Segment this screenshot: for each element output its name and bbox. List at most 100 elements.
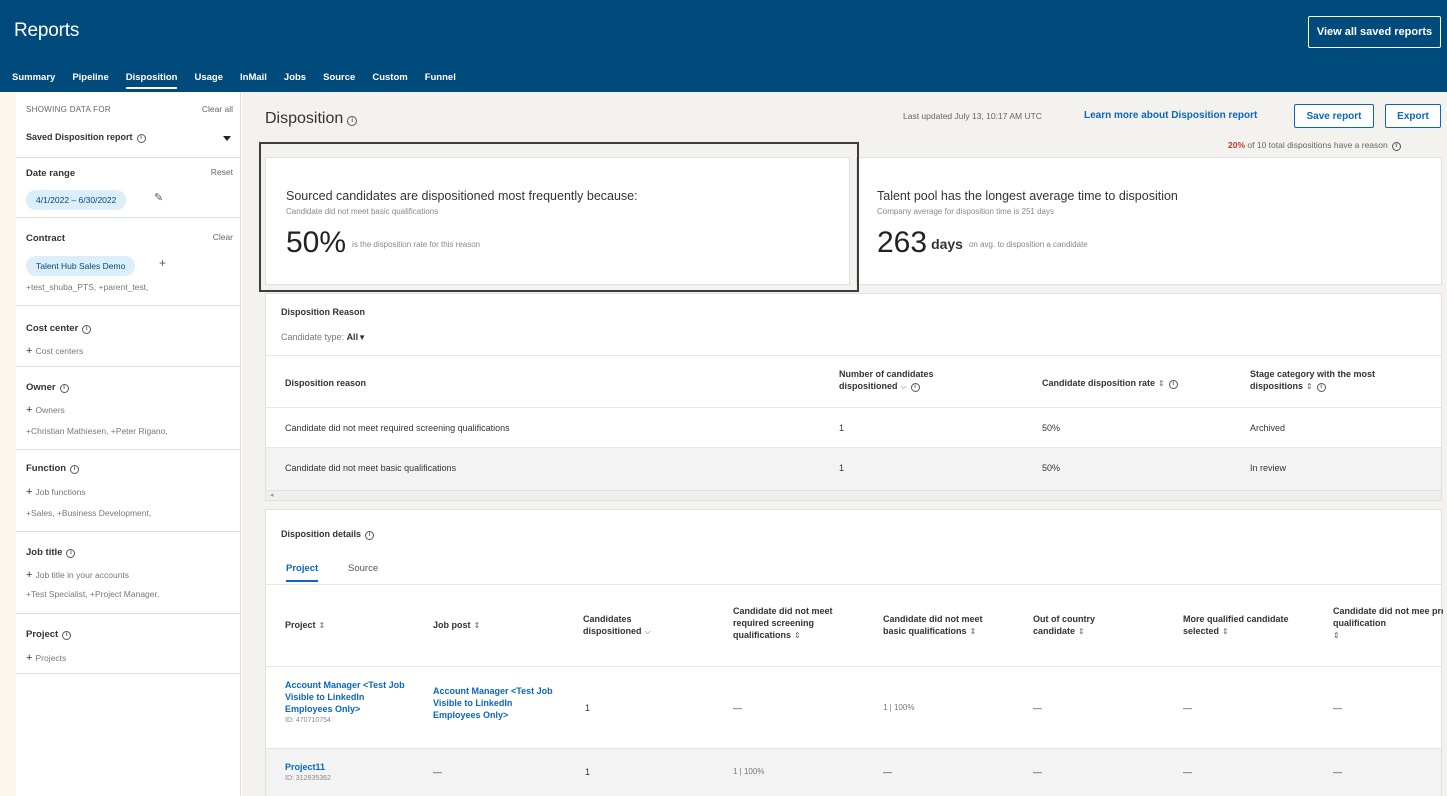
- column-header-sortable[interactable]: Candidate did not mee preferred qualific…: [1333, 605, 1443, 642]
- report-tabs: Summary Pipeline Disposition Usage InMai…: [12, 72, 473, 89]
- date-range-pill[interactable]: 4/1/2022 – 6/30/2022: [26, 190, 127, 210]
- clear-all-button[interactable]: Clear all: [202, 104, 233, 114]
- column-header-sortable[interactable]: Candidates dispositioned ⌵: [583, 613, 673, 638]
- learn-more-link[interactable]: Learn more about Disposition report: [1084, 110, 1257, 121]
- tab-usage[interactable]: Usage: [194, 72, 223, 89]
- add-owner-label: Owners: [35, 405, 65, 415]
- add-function-link[interactable]: + Job functions: [26, 486, 86, 498]
- tab-inmail[interactable]: InMail: [240, 72, 267, 89]
- column-header-label: More qualified candidate selected: [1183, 614, 1289, 636]
- contract-pill[interactable]: Talent Hub Sales Demo: [26, 256, 136, 276]
- owner-selected[interactable]: +Christian Mathiesen, +Peter Rigano,: [26, 426, 168, 436]
- column-header-label: Out of country candidate: [1033, 614, 1095, 636]
- page-header-title: Reports: [14, 20, 80, 41]
- tab-disposition[interactable]: Disposition: [125, 72, 178, 89]
- add-job-title-link[interactable]: + Job title in your accounts: [26, 569, 129, 581]
- sort-icon: ⌵: [644, 627, 651, 636]
- column-header-sortable[interactable]: Stage category with the most disposition…: [1250, 368, 1420, 393]
- tab-jobs[interactable]: Jobs: [284, 72, 306, 89]
- saved-report-select[interactable]: Saved Disposition report i: [26, 132, 146, 143]
- table-row[interactable]: Candidate did not meet basic qualificati…: [266, 447, 1441, 491]
- contract-extra[interactable]: +test_shuba_PTS, +parent_test,: [26, 282, 148, 292]
- project-id: ID: 470710754: [285, 717, 331, 724]
- tab-custom[interactable]: Custom: [372, 72, 407, 89]
- column-header-sortable[interactable]: Candidate did not meet required screenin…: [733, 605, 848, 642]
- export-button[interactable]: Export: [1385, 104, 1441, 128]
- card-metric-caption: on avg. to disposition a candidate: [968, 240, 1088, 249]
- add-project-link[interactable]: + Projects: [26, 652, 66, 664]
- contract-clear-button[interactable]: Clear: [213, 232, 233, 242]
- tab-source[interactable]: Source: [348, 563, 378, 574]
- project-label-text: Project: [26, 629, 59, 640]
- tab-source[interactable]: Source: [323, 72, 355, 89]
- job-title-label-text: Job title: [26, 547, 63, 558]
- sort-icon: ⇕: [473, 621, 481, 630]
- chevron-down-icon[interactable]: [223, 136, 231, 141]
- sort-icon: ⇕: [794, 631, 801, 640]
- add-cost-center-link[interactable]: + Cost centers: [26, 345, 83, 357]
- column-header-sortable[interactable]: Candidate disposition rate ⇕ i: [1042, 377, 1178, 390]
- job-title-selected[interactable]: +Test Specialist, +Project Manager,: [26, 589, 159, 599]
- function-label: Function i: [26, 463, 80, 474]
- column-header-sortable[interactable]: Number of candidates dispositioned ⌵ i: [839, 368, 989, 393]
- sort-icon: ⇕: [969, 627, 977, 636]
- cost-center-section: Cost center i + Cost centers: [16, 306, 241, 367]
- saved-report-label: Saved Disposition report: [26, 132, 133, 142]
- column-header-sortable[interactable]: Candidate did not meet basic qualificati…: [883, 613, 998, 638]
- info-icon: i: [1168, 380, 1178, 389]
- project-id: ID: 312835362: [285, 775, 331, 782]
- tab-pipeline[interactable]: Pipeline: [72, 72, 108, 89]
- info-icon: i: [365, 531, 375, 540]
- info-icon: i: [82, 325, 92, 334]
- column-header-sortable[interactable]: Out of country candidate ⇕: [1033, 613, 1133, 638]
- column-header-sortable[interactable]: Job post ⇕: [433, 619, 480, 632]
- info-icon: i: [59, 384, 69, 393]
- table-cell: Candidate did not meet basic qualificati…: [285, 463, 457, 473]
- tab-project[interactable]: Project: [286, 563, 319, 582]
- table-cell: —: [1183, 703, 1192, 713]
- table-cell: 50%: [1042, 423, 1061, 433]
- table-cell: 1: [585, 703, 591, 713]
- filter-value: All: [346, 332, 359, 342]
- disposition-details-panel: Disposition details i Project Source Proj…: [265, 509, 1443, 796]
- owner-label: Owner i: [26, 382, 69, 393]
- table-cell: 50%: [1042, 463, 1061, 473]
- function-label-text: Function: [26, 463, 67, 474]
- date-range-reset-button[interactable]: Reset: [211, 167, 233, 177]
- column-header-sortable[interactable]: More qualified candidate selected ⇕: [1183, 613, 1303, 638]
- project-link[interactable]: Project11: [285, 762, 325, 772]
- card-subtitle: Candidate did not meet basic qualificati…: [286, 207, 439, 216]
- table-row[interactable]: Account Manager <Test Job Visible to Lin…: [266, 666, 1441, 748]
- horizontal-scrollbar[interactable]: ◂: [266, 490, 1441, 500]
- save-report-button[interactable]: Save report: [1294, 104, 1374, 128]
- sort-icon: ⇕: [318, 621, 326, 630]
- left-edge-strip: [0, 92, 16, 796]
- table-row[interactable]: Project11 ID: 312835362 — 1 1 | 100% — — …: [266, 748, 1441, 796]
- page-title: Disposition i: [265, 110, 358, 128]
- table-cell: —: [1333, 767, 1342, 777]
- add-contract-icon[interactable]: +: [159, 256, 166, 270]
- function-selected[interactable]: +Sales, +Business Development,: [26, 508, 151, 518]
- column-header: Disposition reason: [285, 378, 367, 388]
- tab-summary[interactable]: Summary: [12, 72, 55, 89]
- table-cell: —: [1033, 703, 1042, 713]
- project-cell: Account Manager <Test Job Visible to Lin…: [285, 679, 405, 724]
- job-post-link[interactable]: Account Manager <Test Job Visible to Lin…: [433, 685, 558, 721]
- pencil-icon[interactable]: ✎: [154, 191, 163, 204]
- card-metric-unit: days: [931, 236, 963, 252]
- view-all-saved-reports-button[interactable]: View all saved reports: [1308, 16, 1441, 48]
- insight-card-reason: Sourced candidates are dispositioned mos…: [265, 157, 850, 285]
- table-cell: 1: [585, 767, 591, 777]
- owner-label-text: Owner: [26, 382, 56, 393]
- add-owner-link[interactable]: + Owners: [26, 404, 65, 416]
- table-row[interactable]: Candidate did not meet required screenin…: [266, 407, 1441, 447]
- date-range-section: Date range Reset 4/1/2022 – 6/30/2022 ✎: [16, 158, 241, 218]
- sort-icon: ⇕: [1333, 631, 1340, 640]
- app-header: Reports View all saved reports Summary P…: [0, 0, 1447, 92]
- project-link[interactable]: Account Manager <Test Job Visible to Lin…: [285, 680, 405, 714]
- scroll-left-icon[interactable]: ◂: [270, 491, 274, 499]
- tab-funnel[interactable]: Funnel: [425, 72, 456, 89]
- table-cell: —: [883, 767, 892, 777]
- candidate-type-filter[interactable]: Candidate type: All▼: [281, 332, 366, 342]
- column-header-sortable[interactable]: Project ⇕: [285, 619, 325, 632]
